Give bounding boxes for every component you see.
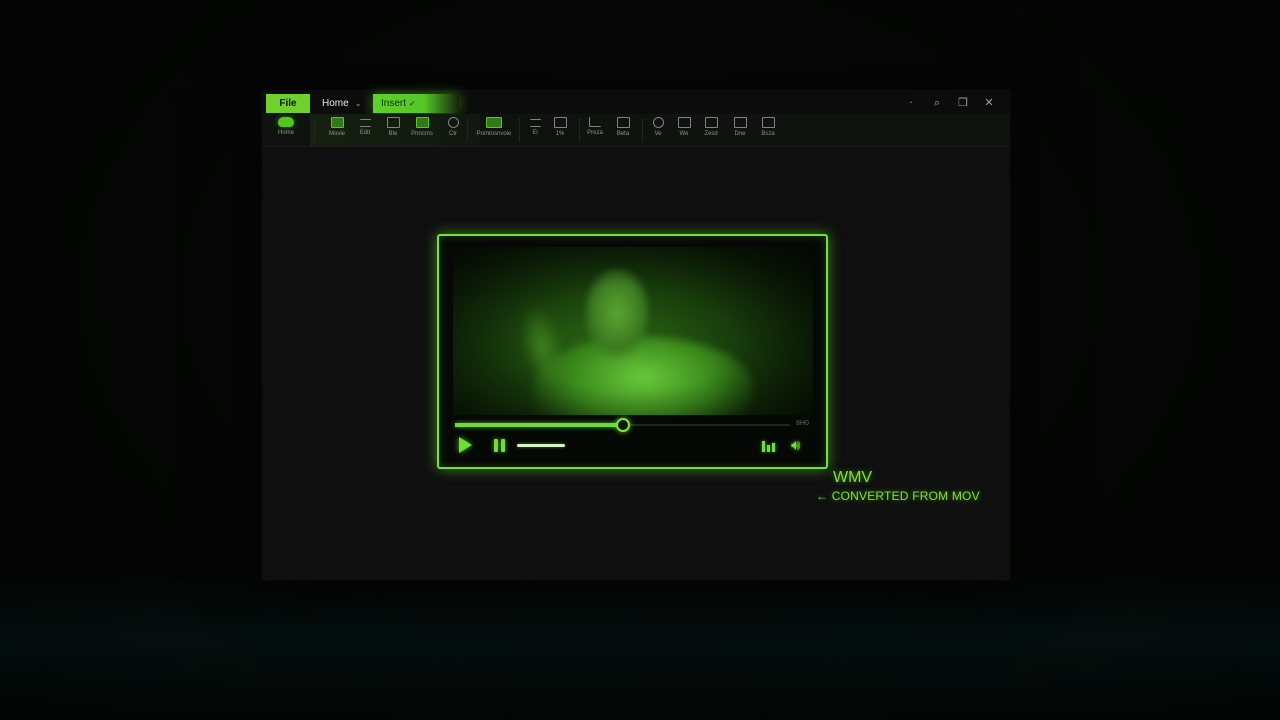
- seek-handle[interactable]: [616, 418, 630, 432]
- seek-progress: [455, 423, 623, 427]
- video-frame[interactable]: [453, 247, 813, 415]
- close-icon[interactable]: ✕: [982, 96, 996, 110]
- panel-icon: [761, 117, 775, 128]
- ribbon-item-ctr[interactable]: Ctr: [438, 117, 468, 137]
- ribbon-label: Preza: [587, 130, 603, 136]
- minimize-icon[interactable]: ·: [904, 96, 918, 110]
- ribbon-label: We: [679, 131, 689, 137]
- title-bar: File Home ⌄ Insert ✓ · ⌕ ❐ ✕: [262, 90, 1010, 114]
- ribbon-label: Bte: [388, 131, 398, 137]
- ribbon-item-screen[interactable]: Pomtosnvoie: [474, 117, 514, 137]
- tab-insert-label: Insert: [381, 98, 407, 109]
- volume-slider[interactable]: [517, 444, 565, 447]
- ribbon-label: 1%: [555, 131, 565, 137]
- tab-home[interactable]: Home ⌄: [314, 94, 372, 113]
- clip-icon: [386, 117, 400, 128]
- floor-reflection: [0, 570, 1280, 720]
- ribbon-label: Ctr: [449, 131, 457, 137]
- check-icon: ✓: [409, 99, 416, 108]
- tab-file[interactable]: File: [266, 94, 310, 113]
- ribbon-label: Edit: [359, 130, 371, 136]
- conversion-note: ← CONVERTED FROM MOV: [816, 489, 980, 503]
- speaker-icon[interactable]: 🔊︎: [791, 437, 800, 453]
- ribbon-label: Movie: [328, 131, 345, 137]
- box-icon: [677, 117, 691, 128]
- ribbon-label: Bsza: [761, 131, 775, 137]
- screen-icon: [486, 117, 502, 128]
- video-vignette: [453, 247, 813, 415]
- frame-icon: [415, 117, 429, 128]
- rotate-icon: [733, 117, 747, 128]
- shape-icon: [652, 117, 664, 128]
- ribbon-item-edit[interactable]: Edit: [350, 117, 380, 136]
- movie-icon: [330, 117, 344, 128]
- ribbon-label: Pomtosnvoie: [476, 131, 512, 137]
- format-label: WMV: [833, 469, 873, 486]
- play-icon[interactable]: [459, 437, 472, 453]
- window-controls: · ⌕ ❐ ✕: [904, 95, 996, 111]
- ribbon-toolbar: Home Movie Edit Bte Pnncms Ctr Pomtosnvo…: [262, 114, 1010, 147]
- stack-icon: [553, 117, 567, 128]
- ribbon-label: Beta: [616, 131, 630, 137]
- equalizer-icon[interactable]: [762, 441, 776, 452]
- ribbon-item-stack[interactable]: 1%: [545, 117, 575, 137]
- ribbon-item-clip[interactable]: Bte: [378, 117, 408, 137]
- ribbon-item-preza[interactable]: Preza: [580, 117, 610, 136]
- restore-icon[interactable]: ❐: [956, 96, 970, 110]
- doc-icon: [616, 117, 630, 128]
- ribbon-divider: [314, 118, 315, 142]
- ribbon-item-beta[interactable]: Beta: [608, 117, 638, 137]
- ribbon-label: Dne: [734, 131, 746, 137]
- circle-icon: [447, 117, 459, 128]
- tab-home-label: Home: [322, 98, 349, 109]
- ribbon-item-dne[interactable]: Dne: [725, 117, 755, 137]
- grid-icon: [704, 117, 718, 128]
- home-blob-icon: [278, 117, 294, 127]
- video-player: 8H0 🔊︎: [437, 234, 828, 469]
- ribbon-item-home[interactable]: Home: [271, 117, 301, 136]
- tab-insert[interactable]: Insert ✓: [373, 94, 459, 113]
- ribbon-label: Home: [277, 130, 294, 136]
- ribbon-item-bsza[interactable]: Bsza: [753, 117, 783, 137]
- ribbon-label: Pnncms: [411, 131, 433, 137]
- time-label: 8H0: [796, 420, 809, 427]
- search-icon[interactable]: ⌕: [930, 96, 944, 110]
- list-icon: [359, 119, 371, 127]
- ribbon-item-we[interactable]: We: [669, 117, 699, 137]
- pause-icon[interactable]: [494, 439, 507, 452]
- ribbon-label: Zesd: [704, 131, 718, 137]
- chevron-down-icon: ⌄: [354, 99, 362, 108]
- ribbon-item-frame[interactable]: Pnncms: [407, 117, 437, 137]
- ribbon-item-movie[interactable]: Movie: [322, 117, 352, 137]
- ribbon-item-zesd[interactable]: Zesd: [696, 117, 726, 137]
- lines-icon: [529, 119, 541, 127]
- chart-icon: [589, 117, 601, 127]
- ribbon-divider: [467, 118, 468, 142]
